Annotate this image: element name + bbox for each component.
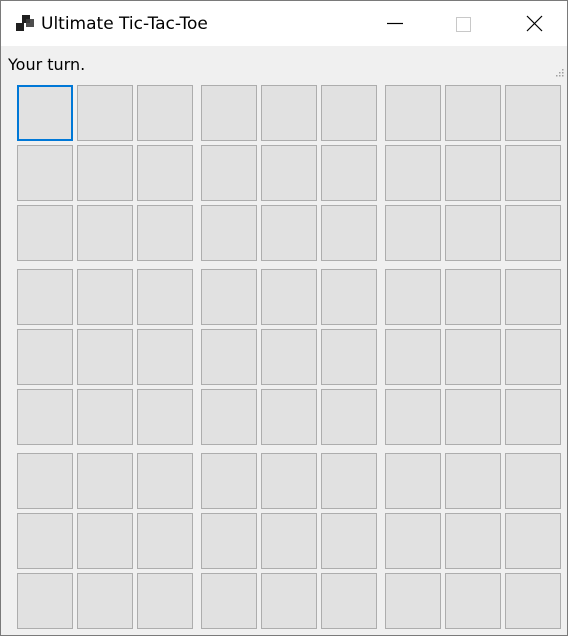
board-cell[interactable] [505, 85, 561, 141]
board-cell[interactable] [321, 205, 377, 261]
board-cell[interactable] [321, 85, 377, 141]
board-cell[interactable] [77, 573, 133, 629]
board-cell[interactable] [505, 513, 561, 569]
board-cell[interactable] [445, 329, 501, 385]
board-cell[interactable] [385, 453, 441, 509]
board-cell[interactable] [137, 269, 193, 325]
board-cell[interactable] [17, 205, 73, 261]
board-cell[interactable] [137, 453, 193, 509]
title-bar[interactable]: Ultimate Tic-Tac-Toe [1, 1, 567, 46]
board-cell[interactable] [17, 145, 73, 201]
board-cell[interactable] [17, 513, 73, 569]
board-cell[interactable] [77, 205, 133, 261]
board-cell[interactable] [385, 269, 441, 325]
board-cell[interactable] [17, 389, 73, 445]
board-cell[interactable] [261, 269, 317, 325]
board-cell[interactable] [77, 389, 133, 445]
board-cell[interactable] [445, 453, 501, 509]
board-cell[interactable] [505, 453, 561, 509]
board-cell[interactable] [445, 145, 501, 201]
board-cell[interactable] [385, 389, 441, 445]
board-cell[interactable] [385, 205, 441, 261]
board-cell[interactable] [17, 329, 73, 385]
board-cell[interactable] [385, 513, 441, 569]
board-cell[interactable] [505, 389, 561, 445]
board-cell[interactable] [137, 145, 193, 201]
board-cell[interactable] [201, 85, 257, 141]
board-cell[interactable] [385, 573, 441, 629]
app-window: Ultimate Tic-Tac-Toe Your turn. [0, 0, 568, 636]
board-cell[interactable] [77, 269, 133, 325]
board-cell[interactable] [261, 513, 317, 569]
board-cell[interactable] [201, 329, 257, 385]
board-cell[interactable] [77, 513, 133, 569]
board-cell[interactable] [201, 573, 257, 629]
board-cell[interactable] [17, 85, 73, 141]
board-cell[interactable] [321, 145, 377, 201]
board-cell[interactable] [321, 269, 377, 325]
board-cell[interactable] [261, 145, 317, 201]
board-cell[interactable] [445, 269, 501, 325]
board-cell[interactable] [17, 573, 73, 629]
board-cell[interactable] [385, 85, 441, 141]
board-cell[interactable] [137, 329, 193, 385]
board-cell[interactable] [321, 329, 377, 385]
board-cell[interactable] [385, 145, 441, 201]
app-icon [15, 14, 35, 32]
board-cell[interactable] [77, 453, 133, 509]
board-cell[interactable] [505, 269, 561, 325]
close-button[interactable] [511, 1, 557, 46]
board-cell[interactable] [385, 329, 441, 385]
board-cell[interactable] [201, 389, 257, 445]
board-cell[interactable] [445, 85, 501, 141]
board-cell[interactable] [261, 205, 317, 261]
board-cell[interactable] [261, 389, 317, 445]
board-cell[interactable] [445, 573, 501, 629]
board-cell[interactable] [321, 389, 377, 445]
board-cell[interactable] [201, 453, 257, 509]
board-cell[interactable] [77, 145, 133, 201]
board-cell[interactable] [261, 85, 317, 141]
board-cell[interactable] [137, 513, 193, 569]
board-cell[interactable] [321, 453, 377, 509]
board-cell[interactable] [137, 205, 193, 261]
board-cell[interactable] [137, 573, 193, 629]
board-cell[interactable] [445, 389, 501, 445]
board-cell[interactable] [201, 205, 257, 261]
close-icon [526, 15, 543, 32]
board-cell[interactable] [201, 145, 257, 201]
board-cell[interactable] [505, 145, 561, 201]
board-cell[interactable] [505, 205, 561, 261]
board-cell[interactable] [261, 453, 317, 509]
maximize-button[interactable] [439, 1, 485, 46]
board-cell[interactable] [77, 329, 133, 385]
board-cell[interactable] [261, 573, 317, 629]
client-area: Your turn. [1, 46, 567, 635]
board-cell[interactable] [201, 269, 257, 325]
board-cell[interactable] [505, 329, 561, 385]
minimize-button[interactable] [371, 1, 417, 46]
board-cell[interactable] [261, 329, 317, 385]
board-cell[interactable] [505, 573, 561, 629]
board-cell[interactable] [445, 205, 501, 261]
board-cell[interactable] [321, 513, 377, 569]
window-title: Ultimate Tic-Tac-Toe [41, 14, 208, 34]
board-cell[interactable] [201, 513, 257, 569]
board-cell[interactable] [445, 513, 501, 569]
maximize-icon [456, 17, 471, 32]
board-cell[interactable] [321, 573, 377, 629]
board-cell[interactable] [17, 453, 73, 509]
board-cell[interactable] [77, 85, 133, 141]
game-board [1, 46, 567, 635]
board-cell[interactable] [17, 269, 73, 325]
minimize-icon [387, 22, 403, 25]
board-cell[interactable] [137, 85, 193, 141]
board-cell[interactable] [137, 389, 193, 445]
